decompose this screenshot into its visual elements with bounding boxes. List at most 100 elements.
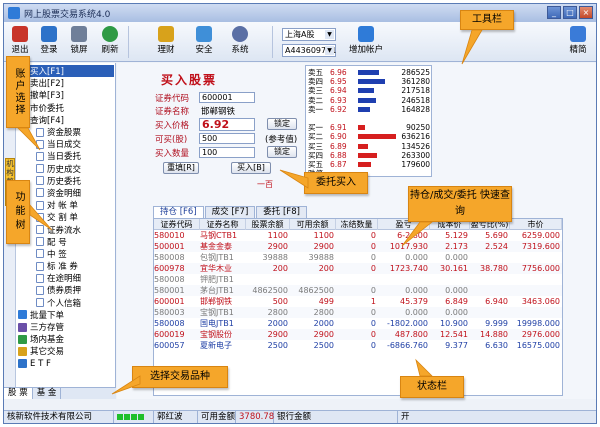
table-row[interactable]: 600057 夏新电子 2500 2500 0 -6866.760 9.377 6.630 16… [154, 340, 562, 351]
sidebar-item[interactable]: 场内基金 [18, 333, 114, 345]
column-header[interactable]: 股票余额 [246, 219, 290, 230]
sidebar-item[interactable]: 对 帐 单 [18, 199, 114, 211]
compact-button[interactable]: 精简 [564, 24, 592, 60]
table-row[interactable]: 580008 包钢JTB1 39888 39888 0 0.000 0.000 [154, 252, 562, 263]
table-row[interactable]: 580008 钾肥JTB1 [154, 274, 562, 285]
close-button[interactable]: × [579, 6, 593, 19]
quote-level: 卖四 [308, 77, 323, 87]
table-row[interactable]: 580001 茅台JTB1 4862500 4862500 0 0.000 0.000 [154, 285, 562, 296]
quote-row[interactable]: 卖二 6.93 246518 [308, 96, 430, 105]
available-funds-value: 3780.78 [236, 411, 274, 423]
sidebar-item[interactable]: 在途明细 [18, 272, 114, 284]
reset-button[interactable]: 重填[R] [163, 162, 199, 174]
sidebar-item[interactable]: 历史委托 [18, 175, 114, 187]
tab-deals[interactable]: 成交 [F7] [204, 206, 256, 218]
sidebar-item-label: 资金股票 [47, 128, 82, 139]
buy-volume-bar [358, 152, 377, 158]
sidebar-item[interactable]: 其它交易 [18, 345, 114, 357]
table-cell [430, 274, 468, 285]
quote-row[interactable]: 买三 6.89 134526 [308, 142, 430, 151]
table-row[interactable]: 600001 邯郸钢铁 500 499 1 45.379 6.849 6.940 3463.06… [154, 296, 562, 307]
price-input[interactable]: 6.92 [199, 118, 255, 131]
sidebar-item-label: 个人信箱 [47, 298, 82, 309]
sidebar-item[interactable]: 资金股票 [18, 126, 114, 138]
account-select[interactable]: A443609791 ▼ [282, 44, 336, 57]
qty-input[interactable]: 100 [199, 147, 255, 158]
maximize-button[interactable]: □ [563, 6, 577, 19]
table-row[interactable]: 580010 马钢CTB1 1100 1100 0 6-2.800 5.129 5.690 62… [154, 230, 562, 241]
table-row[interactable]: 600978 宜华木业 200 200 0 1723.740 30.161 38.780 775… [154, 263, 562, 274]
quote-row[interactable]: 买五 6.87 179600 [308, 160, 430, 169]
quote-row[interactable] [308, 114, 430, 123]
sidebar-item[interactable]: 当日成交 [18, 138, 114, 150]
quote-row[interactable]: 买四 6.88 263300 [308, 151, 430, 160]
sidebar-item[interactable]: E T F [18, 358, 114, 370]
sidebar-item[interactable]: 市价委托 [18, 102, 114, 114]
sidebar-item[interactable]: 当日委托 [18, 150, 114, 162]
tab-stocks[interactable]: 股 票 [4, 388, 33, 399]
lock-qty-button[interactable]: 锁定 [267, 146, 297, 158]
lock-price-button[interactable]: 锁定 [267, 118, 297, 130]
table-cell: 10.900 [440, 319, 468, 328]
table-row[interactable]: 600019 宝钢股份 2900 2900 0 487.800 12.541 14.880 29… [154, 329, 562, 340]
sidebar-item[interactable]: 标 准 券 [18, 260, 114, 272]
sidebar-item[interactable]: 查询[F4] [18, 114, 114, 126]
sidebar-item[interactable]: 撤单[F3] [18, 89, 114, 101]
sidebar-item[interactable]: 交 割 单 [18, 211, 114, 223]
table-row[interactable]: 580003 宝钢JTB1 2800 2800 0 0.000 0.000 [154, 307, 562, 318]
quote-row[interactable]: 卖一 6.92 164828 [308, 105, 430, 114]
sidebar-item[interactable]: 中 签 [18, 248, 114, 260]
column-header[interactable]: 证券名称 [200, 219, 246, 230]
table-cell: 0 [370, 242, 376, 251]
fund-icon [18, 334, 27, 344]
login-button[interactable]: 登录 [35, 24, 63, 60]
quote-row[interactable]: 卖五 6.96 286525 [308, 68, 430, 77]
sidebar-item[interactable]: 个人信箱 [18, 297, 114, 309]
sidebar-item[interactable]: 资金明细 [18, 187, 114, 199]
table-cell: 2900 [267, 330, 288, 339]
system-button[interactable]: 系统 [226, 24, 254, 60]
sidebar-item[interactable]: 买入[F1] [18, 65, 114, 78]
security-button[interactable]: 安全 [190, 24, 218, 60]
document-icon [36, 261, 44, 271]
sidebar-item[interactable]: 债券质押 [18, 284, 114, 296]
column-header[interactable]: 市值 [562, 219, 563, 230]
table-cell: 0 [370, 231, 376, 240]
quote-volume: 246518 [401, 95, 430, 105]
quote-row[interactable]: 买一 6.91 90250 [308, 123, 430, 132]
market-select[interactable]: 上海A股 ▼ [282, 28, 336, 41]
column-header[interactable]: 市价 [510, 219, 562, 230]
add-account-button[interactable]: 增加帐户 [342, 24, 390, 60]
tab-orders[interactable]: 委托 [F8] [256, 206, 307, 218]
sidebar-item[interactable]: 三方存管 [18, 321, 114, 333]
table-cell: 580010 [154, 231, 185, 240]
code-input[interactable]: 600001 [199, 92, 255, 103]
wealth-icon [158, 26, 174, 42]
table-cell: 钾肥JTB1 [200, 275, 234, 284]
sidebar-item[interactable]: 卖出[F2] [18, 77, 114, 89]
column-header[interactable]: 可用余额 [290, 219, 336, 230]
table-row[interactable]: 580008 国电JTB1 2000 2000 0 -1802.000 10.900 9.99… [154, 318, 562, 329]
quote-row[interactable]: 卖四 6.95 361280 [308, 77, 430, 86]
tab-funds[interactable]: 基 金 [33, 388, 62, 399]
tab-positions[interactable]: 持仓 [F6] [153, 206, 204, 218]
column-header[interactable]: 冻结数量 [336, 219, 378, 230]
column-header[interactable]: 证券代码 [154, 219, 200, 230]
sidebar-item[interactable]: 历史成交 [18, 163, 114, 175]
sidebar-item[interactable]: 配 号 [18, 236, 114, 248]
status-bar: 核新软件技术有限公司 郭红波 可用金额 3780.78 银行金额 开 [4, 410, 596, 423]
sidebar-item[interactable]: 证券流水 [18, 223, 114, 236]
exit-button[interactable]: 退出 [6, 24, 34, 60]
minimize-button[interactable]: _ [547, 6, 561, 19]
wealth-button[interactable]: 理财 [152, 24, 180, 60]
buy-button[interactable]: 买入[B] [231, 162, 271, 174]
lock-screen-button[interactable]: 锁屏 [65, 24, 93, 60]
sidebar-item[interactable]: 批量下单 [18, 309, 114, 321]
quote-row[interactable]: 买二 6.90 636216 [308, 132, 430, 141]
name-label: 证券名称 [155, 107, 190, 117]
table-row[interactable]: 500001 基金金泰 2900 2900 0 1017.930 2.173 2.524 731… [154, 241, 562, 252]
quote-level: 买五 [308, 160, 323, 169]
table-cell: 7756.000 [521, 264, 560, 273]
quote-row[interactable]: 卖三 6.94 217518 [308, 86, 430, 95]
refresh-button[interactable]: 刷新 [96, 24, 124, 60]
